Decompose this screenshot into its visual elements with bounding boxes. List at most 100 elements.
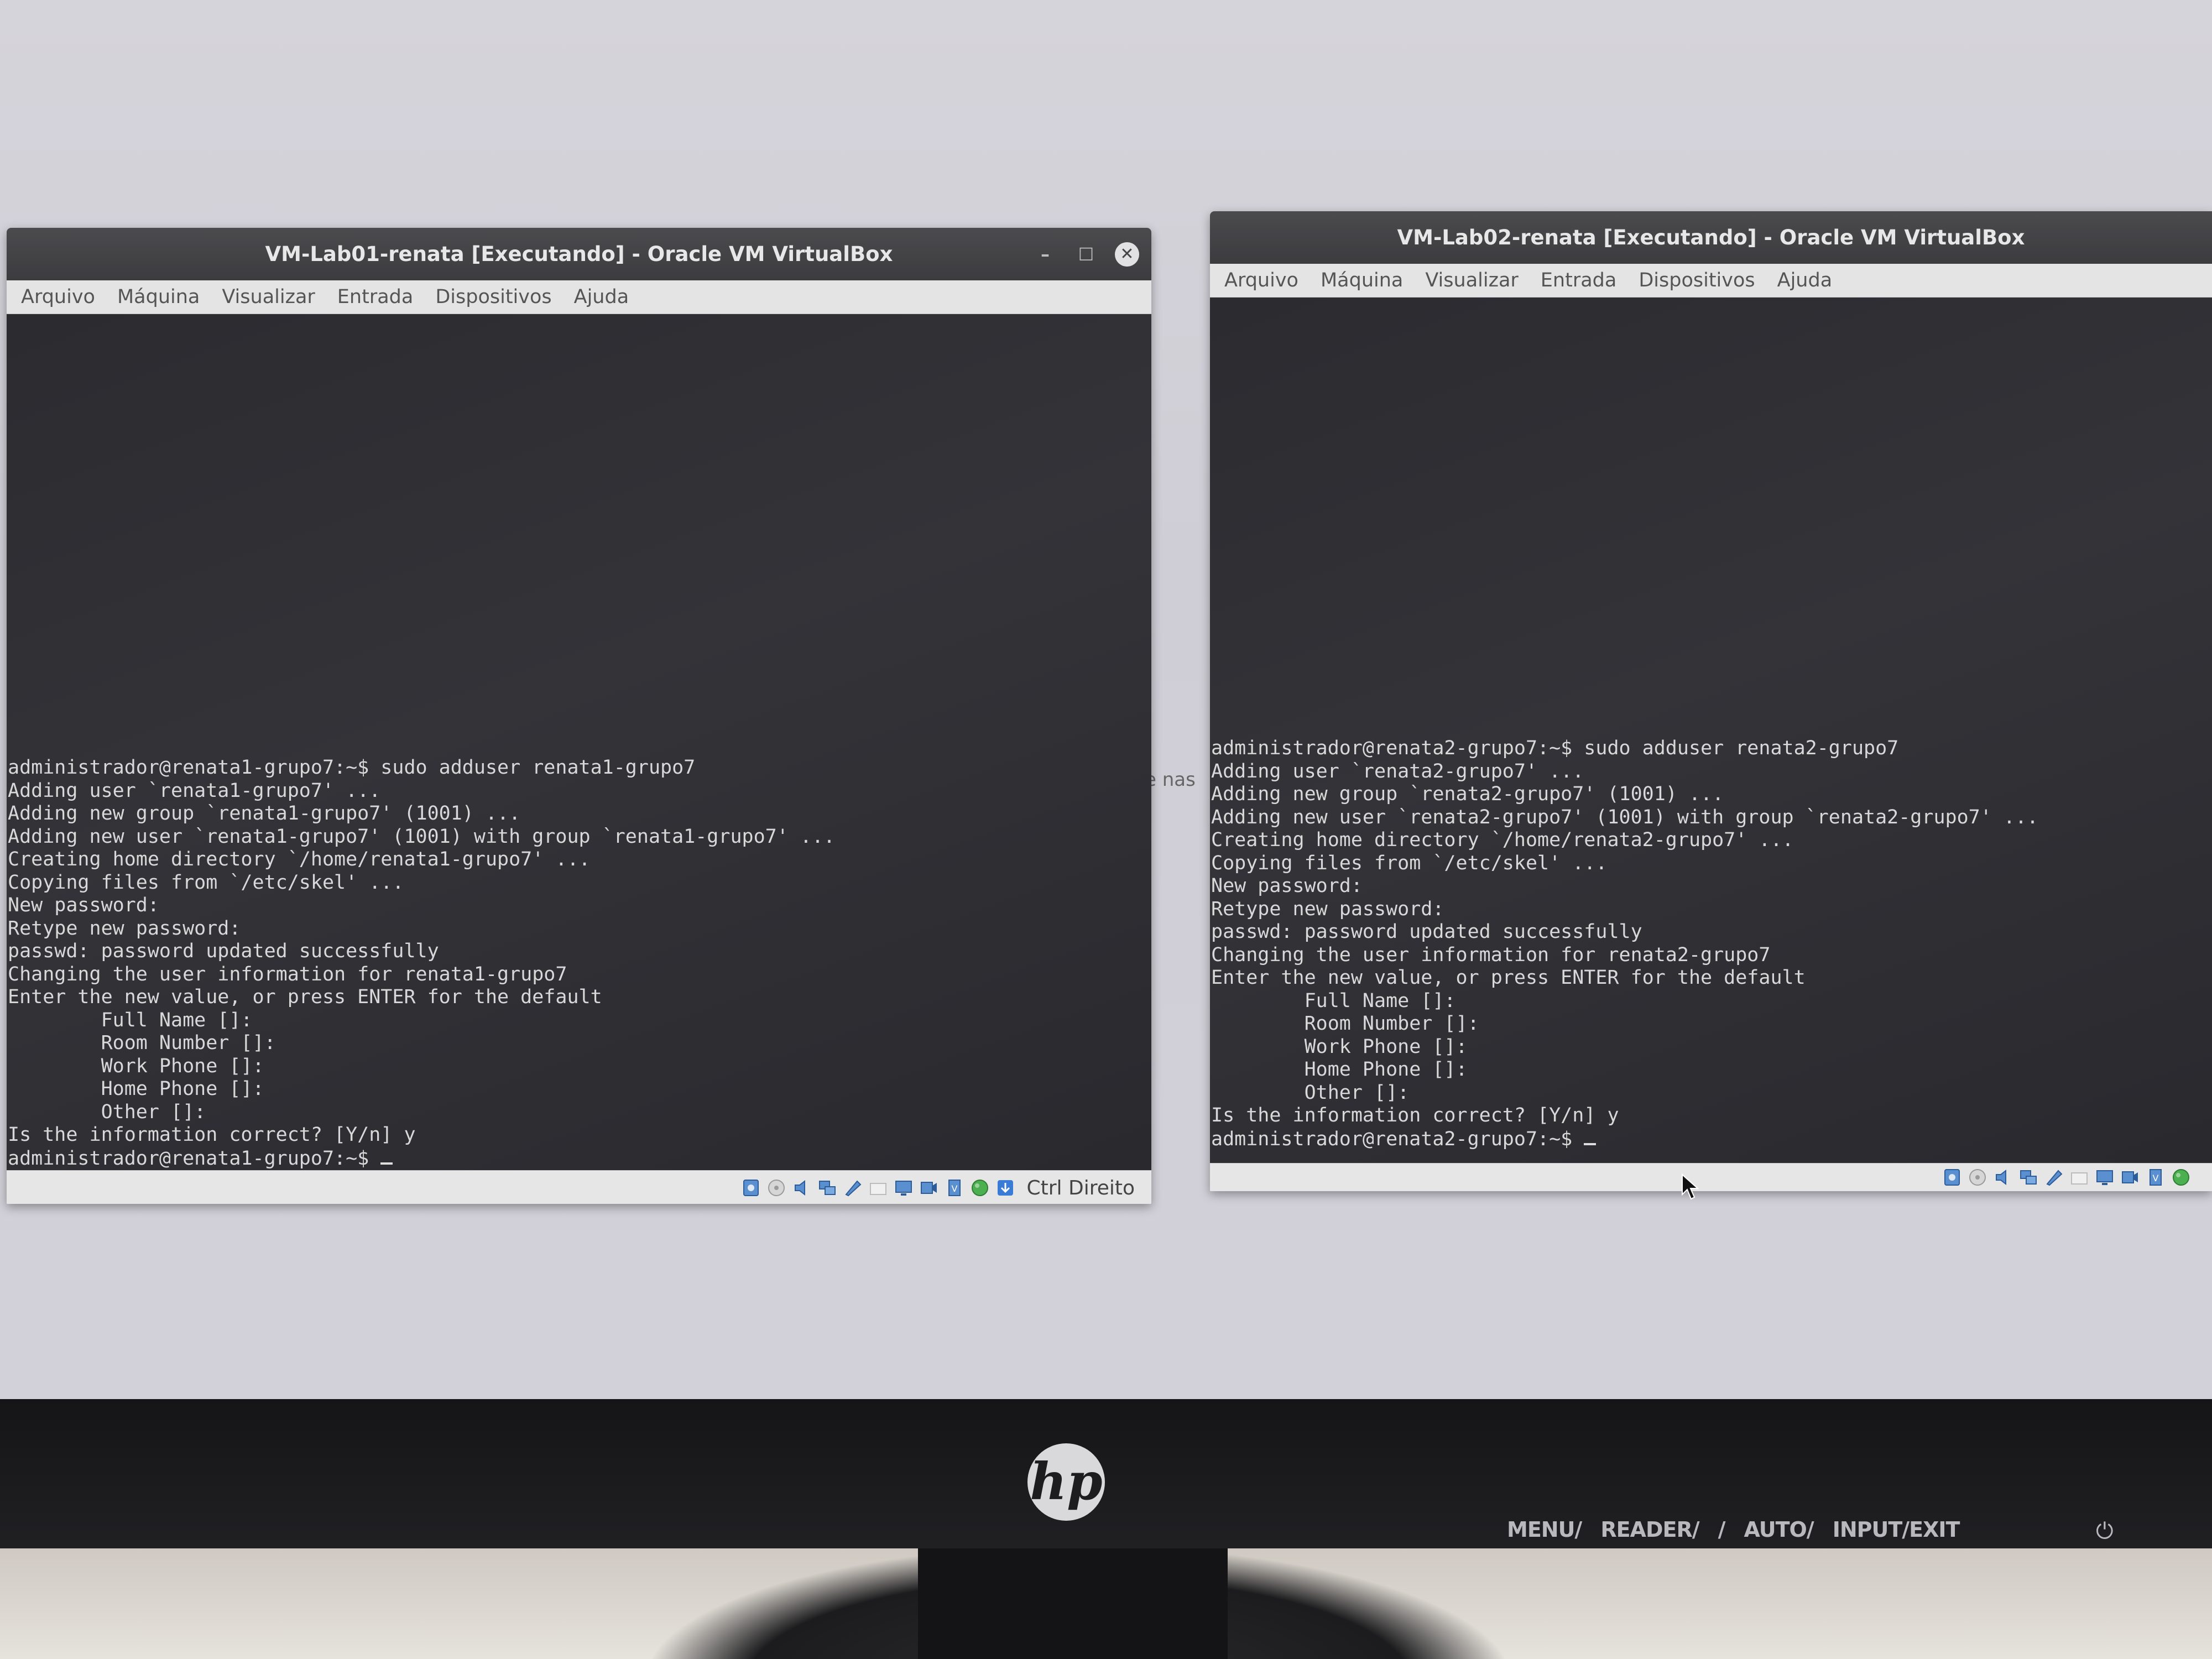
terminal-line: Retype new password:: [1211, 898, 1444, 920]
close-icon[interactable]: ✕: [1115, 242, 1139, 267]
terminal-line: Creating home directory `/home/renata1-g…: [8, 848, 591, 870]
menu-dispositivos[interactable]: Dispositivos: [1639, 269, 1755, 291]
menu-ajuda[interactable]: Ajuda: [574, 286, 629, 308]
usb-icon[interactable]: [2044, 1167, 2064, 1187]
menu-visualizar[interactable]: Visualizar: [222, 286, 315, 308]
terminal-line: Retype new password:: [8, 917, 241, 940]
terminal-line: Adding user `renata2-grupo7' ...: [1211, 760, 1584, 782]
vm-statusbar: V Ctrl Direito: [7, 1170, 1151, 1204]
vm-console[interactable]: administrador@renata1-grupo7:~$ sudo add…: [7, 314, 1151, 1170]
terminal-line: Full Name []:: [1211, 989, 1456, 1012]
cpu-icon[interactable]: V: [945, 1178, 964, 1198]
terminal-prompt-line[interactable]: administrador@renata2-grupo7:~$: [1211, 1128, 2212, 1151]
terminal-line: Is the information correct? [Y/n] y: [1211, 1104, 1619, 1126]
terminal-line: passwd: password updated successfully: [1211, 921, 1642, 943]
monitor-eco-button[interactable]: /: [1718, 1517, 1726, 1542]
terminal-line: Enter the new value, or press ENTER for …: [1211, 967, 1806, 989]
usb-icon[interactable]: [843, 1178, 863, 1198]
terminal-line: Adding new user `renata1-grupo7' (1001) …: [8, 825, 836, 848]
network-icon[interactable]: [817, 1178, 837, 1198]
menu-maquina[interactable]: Máquina: [117, 286, 200, 308]
terminal-line: Copying files from `/etc/skel' ...: [1211, 852, 1608, 874]
terminal-line: passwd: password updated successfully: [8, 940, 439, 962]
monitor-reader-button[interactable]: READER/: [1600, 1517, 1699, 1542]
window-titlebar[interactable]: VM-Lab01-renata [Executando] - Oracle VM…: [7, 228, 1151, 280]
terminal-line: administrador@renata2-grupo7:~$ sudo add…: [1211, 737, 1899, 759]
menu-arquivo[interactable]: Arquivo: [21, 286, 95, 308]
menu-maquina[interactable]: Máquina: [1321, 269, 1403, 291]
terminal-line: Room Number []:: [1211, 1013, 1479, 1035]
terminal-line: Home Phone []:: [8, 1078, 264, 1100]
terminal-line: Is the information correct? [Y/n] y: [8, 1124, 416, 1146]
terminal-line: Other []:: [1211, 1081, 1410, 1104]
display-icon[interactable]: [894, 1178, 914, 1198]
monitor-controls: MENU/ READER/ / AUTO/ INPUT/EXIT: [1507, 1517, 1960, 1542]
monitor-screen: e nas VM-Lab01-renata [Executando] - Ora…: [0, 0, 2212, 1399]
terminal-line: New password:: [8, 894, 159, 916]
vm-statusbar: V: [1210, 1163, 2212, 1191]
terminal-line: Full Name []:: [8, 1009, 253, 1031]
monitor-stand-neck: [918, 1548, 1228, 1659]
mouse-integration-icon[interactable]: [995, 1178, 1015, 1198]
menu-dispositivos[interactable]: Dispositivos: [435, 286, 551, 308]
terminal-line: Adding new group `renata2-grupo7' (1001)…: [1211, 783, 1724, 805]
hard-disk-icon[interactable]: [741, 1178, 761, 1198]
menu-visualizar[interactable]: Visualizar: [1425, 269, 1518, 291]
audio-icon[interactable]: [1993, 1167, 2013, 1187]
menu-arquivo[interactable]: Arquivo: [1224, 269, 1298, 291]
terminal-prompt: administrador@renata1-grupo7:~$: [8, 1147, 381, 1170]
minimize-icon[interactable]: –: [1033, 244, 1057, 265]
terminal-line: Copying files from `/etc/skel' ...: [8, 871, 404, 894]
terminal-line: Other []:: [8, 1100, 206, 1123]
terminal-prompt: administrador@renata2-grupo7:~$: [1211, 1128, 1584, 1150]
vm-menubar: Arquivo Máquina Visualizar Entrada Dispo…: [7, 280, 1151, 314]
terminal-line: Room Number []:: [8, 1032, 276, 1054]
vm-window-lab01[interactable]: VM-Lab01-renata [Executando] - Oracle VM…: [7, 228, 1151, 1204]
video-capture-icon[interactable]: [2120, 1167, 2140, 1187]
monitor-auto-button[interactable]: AUTO/: [1744, 1517, 1814, 1542]
menu-entrada[interactable]: Entrada: [1541, 269, 1617, 291]
terminal-line: administrador@renata1-grupo7:~$ sudo add…: [8, 757, 696, 779]
vm-window-lab02[interactable]: VM-Lab02-renata [Executando] - Oracle VM…: [1210, 211, 2212, 1191]
menu-entrada[interactable]: Entrada: [337, 286, 414, 308]
terminal-line: New password:: [1211, 875, 1363, 897]
shared-folder-icon[interactable]: [868, 1178, 888, 1198]
terminal-line: Adding user `renata1-grupo7' ...: [8, 779, 381, 802]
window-titlebar[interactable]: VM-Lab02-renata [Executando] - Oracle VM…: [1210, 211, 2212, 264]
menu-ajuda[interactable]: Ajuda: [1777, 269, 1833, 291]
network-icon[interactable]: [2018, 1167, 2038, 1187]
guest-additions-icon[interactable]: [970, 1178, 990, 1198]
terminal-prompt-line[interactable]: administrador@renata1-grupo7:~$: [8, 1147, 1151, 1171]
terminal-line: Creating home directory `/home/renata2-g…: [1211, 829, 1794, 851]
monitor-menu-button[interactable]: MENU/: [1507, 1517, 1582, 1542]
monitor-input-button[interactable]: INPUT/EXIT: [1833, 1517, 1960, 1542]
host-key-label: Ctrl Direito: [1026, 1176, 1135, 1199]
terminal-line: Adding new group `renata1-grupo7' (1001)…: [8, 802, 521, 825]
terminal-line: Changing the user information for renata…: [8, 963, 567, 985]
hp-logo: hp: [1027, 1443, 1105, 1521]
desktop-text-fragment: e nas: [1145, 769, 1196, 791]
terminal-line: Home Phone []:: [1211, 1058, 1468, 1081]
power-icon[interactable]: ⏻: [2096, 1519, 2114, 1544]
optical-drive-icon[interactable]: [1968, 1167, 1987, 1187]
guest-additions-icon[interactable]: [2171, 1167, 2191, 1187]
terminal-line: Adding new user `renata2-grupo7' (1001) …: [1211, 806, 2039, 828]
video-capture-icon[interactable]: [919, 1178, 939, 1198]
window-controls: – ☐ ✕: [1033, 228, 1139, 280]
optical-drive-icon[interactable]: [766, 1178, 786, 1198]
vm-console[interactable]: administrador@renata2-grupo7:~$ sudo add…: [1210, 298, 2212, 1163]
hard-disk-icon[interactable]: [1942, 1167, 1962, 1187]
svg-text:V: V: [2153, 1173, 2159, 1183]
window-title: VM-Lab02-renata [Executando] - Oracle VM…: [1397, 226, 2025, 249]
terminal-line: Enter the new value, or press ENTER for …: [8, 986, 602, 1008]
mouse-pointer-icon: [1682, 1173, 1699, 1200]
display-icon[interactable]: [2095, 1167, 2115, 1187]
terminal-cursor: [380, 1147, 393, 1165]
window-title: VM-Lab01-renata [Executando] - Oracle VM…: [265, 242, 893, 266]
terminal-line: Work Phone []:: [8, 1055, 264, 1077]
cpu-icon[interactable]: V: [2146, 1167, 2166, 1187]
maximize-icon[interactable]: ☐: [1074, 244, 1098, 265]
shared-folder-icon[interactable]: [2069, 1167, 2089, 1187]
terminal-line: Changing the user information for renata…: [1211, 943, 1771, 966]
audio-icon[interactable]: [792, 1178, 812, 1198]
